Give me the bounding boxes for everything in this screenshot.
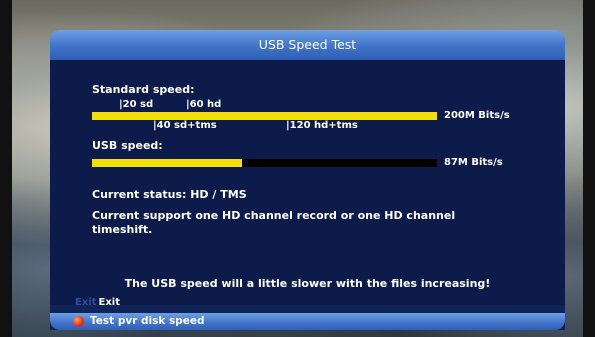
dialog-body	[50, 60, 565, 305]
usb-speed-test-dialog: USB Speed Test Standard speed: |20 sd |6…	[50, 30, 565, 330]
tick-20-sd: |20 sd	[119, 99, 154, 110]
standard-speed-label: Standard speed:	[92, 83, 195, 96]
usb-notice-text: The USB speed will a little slower with …	[124, 277, 491, 290]
test-pvr-disk-speed-button[interactable]: Test pvr disk speed	[50, 313, 565, 330]
usb-speed-label: USB speed:	[92, 139, 163, 152]
standard-speed-value: 200M Bits/s	[444, 110, 510, 121]
tick-60-hd: |60 hd	[186, 99, 222, 110]
usb-speed-value: 87M Bits/s	[444, 157, 503, 168]
red-circle-icon	[73, 316, 84, 327]
tick-40-sd-tms: |40 sd+tms	[153, 120, 217, 131]
standard-speed-bar-fill	[92, 112, 437, 120]
exit-hint[interactable]: Exit Exit	[75, 297, 120, 308]
tick-120-hd-tms: |120 hd+tms	[286, 120, 358, 131]
current-status-text: Current status: HD / TMS	[92, 188, 247, 201]
exit-key-label: Exit	[75, 297, 97, 308]
current-support-text: Current support one HD channel record or…	[92, 209, 456, 236]
exit-label: Exit	[98, 297, 121, 308]
screen-bezel-left	[0, 0, 12, 337]
standard-speed-bar	[92, 112, 437, 120]
screen-bezel-right	[583, 0, 595, 337]
usb-speed-bar-fill	[92, 159, 243, 167]
usb-speed-bar	[92, 159, 437, 167]
test-pvr-disk-speed-label: Test pvr disk speed	[90, 315, 205, 327]
dialog-title: USB Speed Test	[50, 30, 565, 60]
